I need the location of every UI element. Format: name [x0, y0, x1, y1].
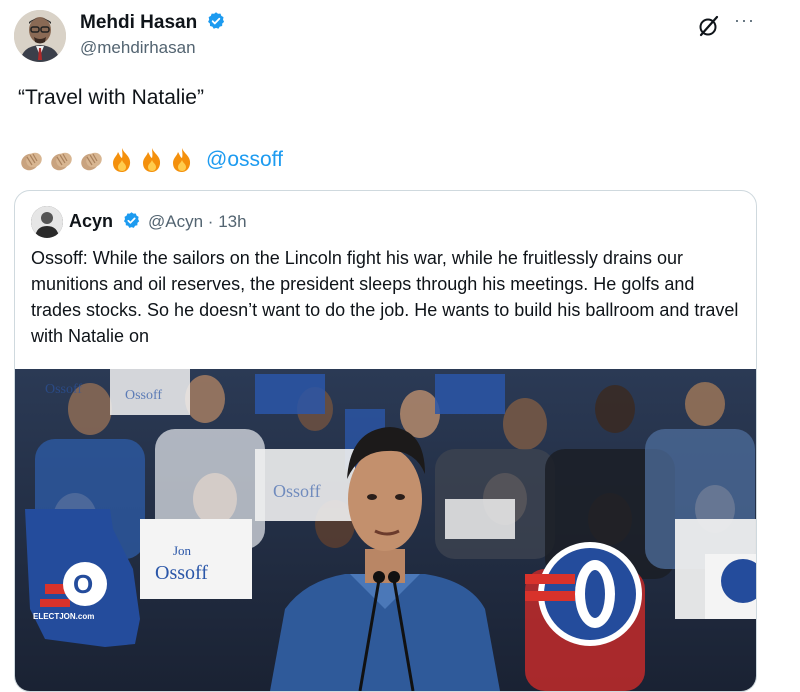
- quote-author-name-text: Acyn: [69, 211, 114, 231]
- more-options-button[interactable]: ···: [734, 10, 755, 31]
- clapping-hands-icon: [81, 152, 102, 171]
- author-handle[interactable]: @mehdirhasan: [80, 38, 196, 58]
- meta-separator: ·: [207, 212, 214, 231]
- emoji-row: @ossoff: [18, 145, 283, 175]
- quoted-tweet[interactable]: Acyn @Acyn · 13h Ossoff: While the sailo…: [14, 190, 757, 692]
- author-avatar[interactable]: [14, 10, 66, 62]
- grok-icon[interactable]: [697, 14, 721, 38]
- quote-meta: @Acyn · 13h: [148, 212, 247, 232]
- sign-text-blur: Ossoff: [125, 388, 162, 403]
- fire-icon: [173, 148, 191, 172]
- rally-photo: Ossoff Ossoff Ossoff O ELECTJON.com Jon …: [15, 369, 756, 691]
- quote-avatar-image: [31, 206, 63, 238]
- clapping-hands-icon: [51, 152, 72, 171]
- sign-text-blur: Ossoff: [273, 481, 321, 501]
- svg-text:O: O: [73, 569, 93, 599]
- clapping-hands-icon: [21, 152, 42, 171]
- quote-author-avatar[interactable]: [31, 206, 63, 238]
- quote-media-image[interactable]: Ossoff Ossoff Ossoff O ELECTJON.com Jon …: [15, 369, 756, 691]
- fire-icon: [113, 148, 131, 172]
- sign-url-text: ELECTJON.com: [33, 612, 94, 621]
- author-name-text: Mehdi Hasan: [80, 12, 198, 33]
- quote-timestamp[interactable]: 13h: [218, 212, 246, 231]
- quote-author-name[interactable]: Acyn: [69, 211, 141, 235]
- quote-author-handle[interactable]: @Acyn: [148, 212, 203, 231]
- author-name[interactable]: Mehdi Hasan: [80, 11, 226, 37]
- sign-text-ossoff: Ossoff: [155, 562, 208, 584]
- fire-icon: [143, 148, 161, 172]
- tweet-text: “Travel with Natalie”: [18, 86, 204, 109]
- mention-link[interactable]: @ossoff: [206, 148, 283, 172]
- verified-badge-icon: [206, 11, 226, 37]
- sign-text-blur: Ossoff: [45, 382, 82, 397]
- verified-badge-icon: [122, 211, 141, 235]
- avatar-image: [14, 10, 66, 62]
- sign-text-jon: Jon: [173, 543, 192, 558]
- quote-text: Ossoff: While the sailors on the Lincoln…: [31, 248, 739, 346]
